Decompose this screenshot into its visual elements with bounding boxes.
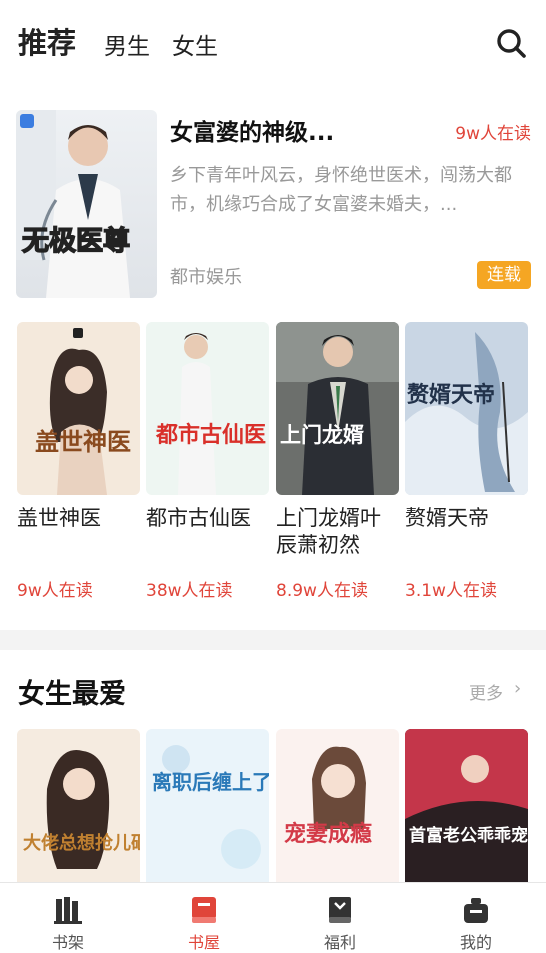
book-cover[interactable]: 首富老公乖乖宠我	[405, 729, 528, 902]
featured-book-category: 都市娱乐	[170, 267, 242, 288]
nav-label: 福利	[323, 933, 356, 952]
featured-book-cover[interactable]: 无极医尊	[16, 110, 157, 298]
svg-text:上门龙婿: 上门龙婿	[280, 422, 364, 447]
grid-book[interactable]: 宠妻成瘾	[276, 729, 399, 902]
status-badge: 连载	[477, 261, 531, 289]
svg-text:赘婿天帝: 赘婿天帝	[406, 382, 495, 408]
section-divider	[0, 630, 546, 650]
grid-book[interactable]: 盖世神医 盖世神医	[17, 322, 140, 561]
nav-label: 书屋	[187, 933, 220, 952]
book-cover[interactable]: 都市古仙医	[146, 322, 269, 495]
bottom-navigation: 书架 书屋 福利 我的	[0, 882, 546, 953]
featured-book-title[interactable]: 女富婆的神级...	[170, 113, 334, 147]
more-link[interactable]: 更多	[469, 679, 503, 704]
book-readers: 8.9w人在读	[276, 581, 368, 601]
book-cover[interactable]: 宠妻成瘾	[276, 729, 399, 902]
book-title[interactable]: 盖世神医	[17, 505, 140, 561]
book-cover[interactable]: 赘婿天帝	[405, 322, 528, 495]
svg-text:都市古仙医: 都市古仙医	[155, 422, 266, 448]
grid-book[interactable]: 都市古仙医 都市古仙医	[146, 322, 269, 561]
nav-welfare[interactable]: 福利	[272, 883, 408, 953]
tab-recommend[interactable]: 推荐	[18, 20, 76, 62]
featured-cover-title: 无极医尊	[22, 226, 130, 257]
book-readers: 38w人在读	[146, 581, 233, 601]
nav-profile[interactable]: 我的	[408, 883, 544, 953]
book-title[interactable]: 都市古仙医	[146, 505, 269, 561]
nav-label: 书架	[51, 933, 84, 952]
svg-text:盖世神医: 盖世神医	[35, 427, 131, 456]
svg-text:宠妻成瘾: 宠妻成瘾	[284, 821, 372, 847]
book-readers: 3.1w人在读	[405, 581, 497, 601]
grid-book[interactable]: 离职后缠上了	[146, 729, 269, 902]
nav-label: 我的	[459, 933, 492, 952]
grid-book[interactable]: 大佬总想抢儿砸	[17, 729, 140, 902]
bookshelf-icon	[54, 897, 82, 924]
tab-female[interactable]: 女生	[172, 27, 218, 61]
grid-book[interactable]: 首富老公乖乖宠我	[405, 729, 528, 902]
bookstore-icon	[192, 897, 216, 923]
svg-text:大佬总想抢儿砸: 大佬总想抢儿砸	[23, 832, 140, 854]
book-title[interactable]: 上门龙婿叶辰萧初然	[276, 505, 399, 561]
grid-book[interactable]: 赘婿天帝 赘婿天帝	[405, 322, 528, 561]
book-cover[interactable]: 盖世神医	[17, 322, 140, 495]
nav-bookstore[interactable]: 书屋	[136, 883, 272, 953]
top-tab-bar: 推荐 男生 女生	[0, 0, 546, 78]
nav-bookshelf[interactable]: 书架	[0, 883, 136, 953]
book-title[interactable]: 赘婿天帝	[405, 505, 528, 561]
svg-text:离职后缠上了: 离职后缠上了	[152, 770, 269, 794]
tab-male[interactable]: 男生	[104, 27, 150, 61]
welfare-icon	[329, 897, 351, 923]
book-cover[interactable]: 离职后缠上了	[146, 729, 269, 902]
svg-text:首富老公乖乖宠我: 首富老公乖乖宠我	[409, 825, 528, 846]
chevron-right-icon[interactable]: ›	[514, 678, 521, 699]
profile-icon	[464, 898, 488, 923]
featured-book-description: 乡下青年叶风云，身怀绝世医术，闯荡大都市，机缘巧合成了女富婆未婚夫，...	[170, 165, 512, 215]
book-cover[interactable]: 大佬总想抢儿砸	[17, 729, 140, 902]
book-cover[interactable]: 上门龙婿	[276, 322, 399, 495]
featured-book-readers: 9w人在读	[455, 124, 531, 144]
grid-book[interactable]: 上门龙婿 上门龙婿叶辰萧初然	[276, 322, 399, 561]
section-title: 女生最爱	[18, 679, 126, 710]
book-readers: 9w人在读	[17, 581, 93, 601]
search-icon[interactable]	[495, 27, 527, 59]
